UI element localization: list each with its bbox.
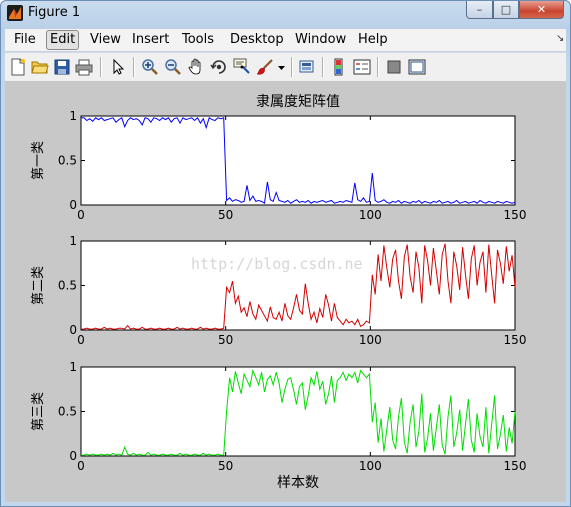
- brush-dropdown-icon[interactable]: [277, 58, 286, 76]
- y-tick-label: 1: [69, 360, 77, 374]
- legend-icon[interactable]: [353, 58, 371, 76]
- menu-window[interactable]: Window: [292, 31, 349, 49]
- y-tick-label: 1: [69, 234, 77, 248]
- menu-file[interactable]: File: [11, 31, 39, 49]
- toolbar-separator: [377, 57, 379, 77]
- menu-tools[interactable]: Tools: [179, 31, 217, 49]
- window-title: Figure 1: [28, 5, 81, 20]
- maximize-button[interactable]: □: [493, 1, 519, 19]
- link-plot-icon[interactable]: [298, 58, 316, 76]
- menu-bar: File Edit View Insert Tools Desktop Wind…: [5, 29, 566, 51]
- axes-1: [80, 115, 516, 206]
- x-tick-label: 0: [77, 459, 85, 473]
- save-icon[interactable]: [53, 58, 71, 76]
- subplots: 0 50 100 15000.51第一类隶属度矩阵值0 50 100 15000.51第二类…: [31, 94, 527, 491]
- y-axis-label: 第三类: [31, 392, 46, 431]
- pointer-arrow-icon[interactable]: [109, 58, 127, 76]
- print-icon[interactable]: [75, 58, 93, 76]
- y-axis-label: 第二类: [31, 266, 46, 305]
- menu-edit[interactable]: Edit: [46, 30, 80, 50]
- hide-plot-tools-icon[interactable]: [385, 58, 403, 76]
- y-tick-label: 0.5: [58, 154, 77, 168]
- close-icon: ✕: [536, 3, 547, 16]
- zoom-out-icon[interactable]: [164, 58, 182, 76]
- x-tick-label: 150: [504, 208, 527, 222]
- x-tick-label: 50: [218, 333, 233, 347]
- menu-insert[interactable]: Insert: [129, 31, 172, 49]
- watermark-text: http://blog.csdn.ne: [191, 255, 363, 273]
- zoom-in-icon[interactable]: [141, 58, 159, 76]
- x-tick-label: 100: [359, 333, 382, 347]
- y-tick-label: 0.5: [58, 279, 77, 293]
- figure-canvas: 0 50 100 150 0 0.5 1 第一类 隶属度矩阵值 0 50 100 150 0 0.5 1 第二类…: [5, 81, 566, 502]
- menu-view[interactable]: View: [87, 31, 124, 49]
- open-folder-icon[interactable]: [31, 58, 49, 76]
- x-tick-label: 150: [504, 459, 527, 473]
- x-tick-label: 0: [77, 333, 85, 347]
- data-cursor-icon[interactable]: [233, 58, 251, 76]
- axes-3: [80, 366, 516, 457]
- x-axis-label: 样本数: [277, 475, 319, 491]
- x-tick-label: 100: [359, 459, 382, 473]
- x-tick-label: 0: [77, 208, 85, 222]
- chart-title: 隶属度矩阵值: [256, 94, 340, 110]
- title-bar[interactable]: Figure 1 – □ ✕: [1, 1, 570, 27]
- new-figure-icon[interactable]: [9, 58, 27, 76]
- y-tick-label: 0: [69, 198, 77, 212]
- toolbar-separator: [133, 57, 135, 77]
- figure-window: Figure 1 – □ ✕ File Edit View Insert Too…: [0, 0, 571, 507]
- y-tick-label: 1: [69, 109, 77, 123]
- x-tick-label: 50: [218, 208, 233, 222]
- toolbar: [5, 52, 566, 82]
- pan-hand-icon[interactable]: [187, 58, 205, 76]
- y-axis-label: 第一类: [31, 141, 46, 180]
- y-tick-label: 0.5: [58, 405, 77, 419]
- brush-icon[interactable]: [256, 58, 274, 76]
- minimize-icon: –: [476, 3, 483, 16]
- rotate-3d-icon[interactable]: [210, 58, 228, 76]
- x-tick-label: 50: [218, 459, 233, 473]
- toolbar-separator: [291, 57, 293, 77]
- y-tick-label: 0: [69, 323, 77, 337]
- y-tick-label: 0: [69, 449, 77, 463]
- close-button[interactable]: ✕: [519, 1, 564, 19]
- x-tick-label: 150: [504, 333, 527, 347]
- dock-arrow-icon[interactable]: ↘: [556, 33, 564, 44]
- menu-desktop[interactable]: Desktop: [227, 31, 287, 49]
- toolbar-separator: [100, 57, 102, 77]
- menu-help[interactable]: Help: [355, 31, 391, 49]
- maximize-icon: □: [500, 3, 512, 16]
- matlab-logo-icon: [7, 5, 23, 21]
- show-plot-tools-icon[interactable]: [408, 58, 426, 76]
- minimize-button[interactable]: –: [466, 1, 493, 19]
- x-tick-label: 100: [359, 208, 382, 222]
- colorbar-icon[interactable]: [330, 58, 348, 76]
- toolbar-separator: [322, 57, 324, 77]
